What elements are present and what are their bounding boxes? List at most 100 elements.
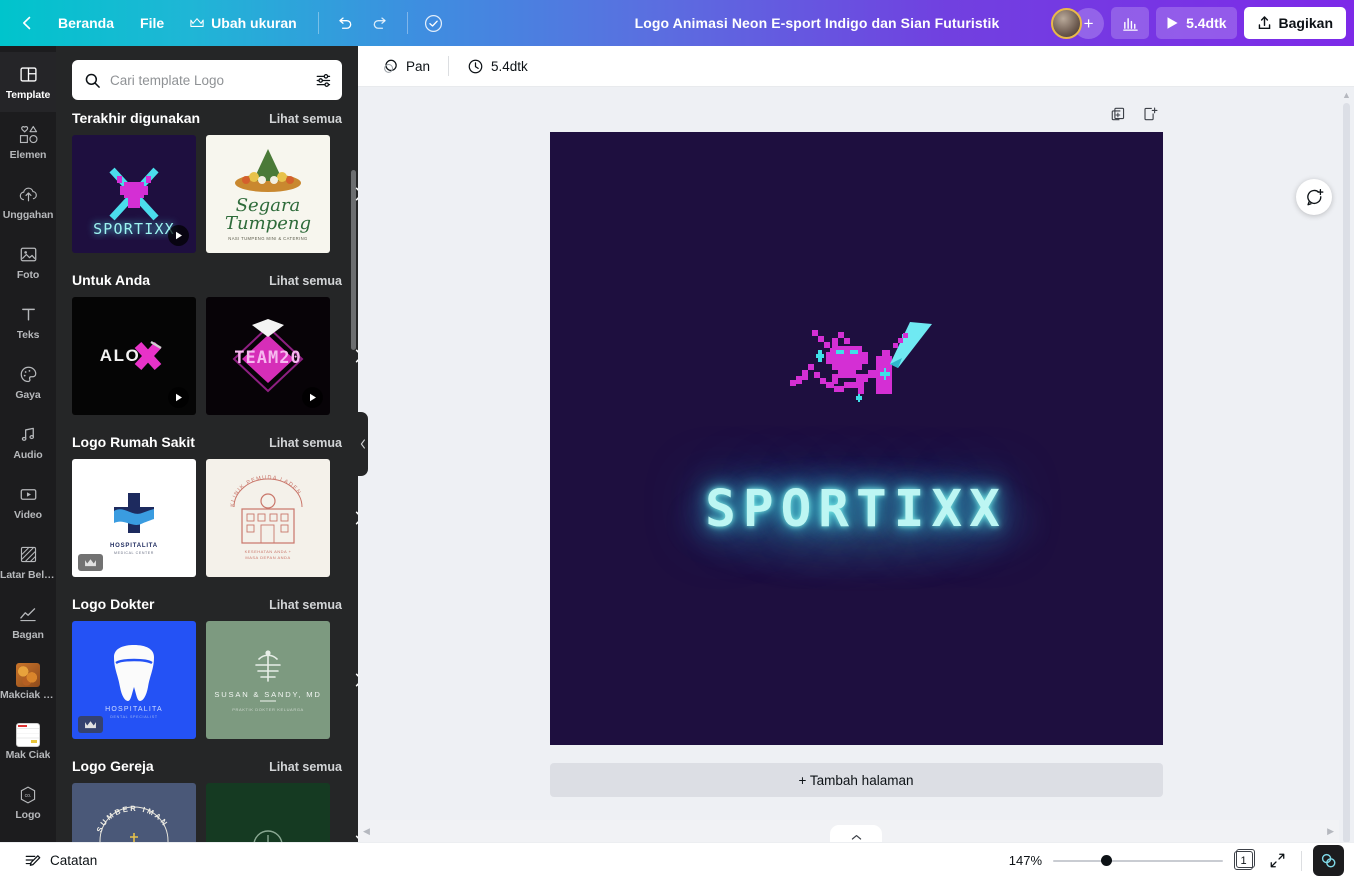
- sidebar-item-video[interactable]: Video: [0, 472, 56, 532]
- play-icon: [309, 393, 317, 402]
- sidebar-item-latar-belakang[interactable]: Latar Bela...: [0, 532, 56, 592]
- template-row: SPORTIXX: [72, 135, 358, 253]
- sidebar-item-makciak-folder[interactable]: Makciak fo...: [0, 652, 56, 712]
- logo-text[interactable]: SPORTIXX: [550, 480, 1163, 539]
- see-all-link[interactable]: Lihat semua: [269, 436, 342, 450]
- next-templates-button[interactable]: [346, 505, 358, 531]
- see-all-link[interactable]: Lihat semua: [269, 112, 342, 126]
- template-card-susan-sandy[interactable]: SUSAN & SANDY, MD PRAKTIK DOKTER KELUARG…: [206, 621, 330, 739]
- panel-search-area: [56, 46, 358, 110]
- analytics-button[interactable]: [1111, 7, 1149, 39]
- slider-knob[interactable]: [1101, 855, 1112, 866]
- redo-button[interactable]: [364, 7, 398, 39]
- sidebar-item-unggahan[interactable]: Unggahan: [0, 172, 56, 232]
- divider: [448, 56, 449, 76]
- svg-text:co.: co.: [25, 793, 32, 799]
- template-card-hospitalita[interactable]: HOSPITALITA MEDICAL CENTER: [72, 459, 196, 577]
- sidebar-item-label: Template: [6, 90, 51, 101]
- canvas-area: Pan 5.4dtk: [358, 46, 1354, 842]
- scroll-up-arrow[interactable]: ▲: [1342, 90, 1351, 100]
- collapse-panel-button[interactable]: [357, 412, 368, 476]
- text-icon: [19, 304, 38, 326]
- home-button[interactable]: Beranda: [46, 7, 126, 39]
- svg-text:DENTAL SPECIALIST: DENTAL SPECIALIST: [110, 715, 158, 719]
- duration-button[interactable]: 5.4dtk: [459, 52, 536, 80]
- sidebar-item-audio[interactable]: Audio: [0, 412, 56, 472]
- comment-button[interactable]: [1296, 179, 1332, 215]
- pan-tool-button[interactable]: Pan: [374, 52, 438, 80]
- design-title[interactable]: Logo Animasi Neon E-sport Indigo dan Sia…: [635, 15, 1000, 31]
- search-box[interactable]: [72, 60, 342, 100]
- fullscreen-button[interactable]: [1264, 848, 1290, 874]
- next-templates-button[interactable]: [346, 181, 358, 207]
- template-card-green-church[interactable]: [206, 783, 330, 842]
- template-card-alo-x[interactable]: ALO: [72, 297, 196, 415]
- sidebar-item-folder[interactable]: Folder: [0, 832, 56, 842]
- comment-add-icon: [1305, 188, 1324, 207]
- canvas-vertical-scrollbar[interactable]: ▲ ▼: [1339, 87, 1354, 820]
- canvas-scroll[interactable]: SPORTIXX + Tambah halaman ▲ ▼: [358, 87, 1354, 842]
- play-preview-button[interactable]: 5.4dtk: [1156, 7, 1236, 39]
- svg-text:Tumpeng: Tumpeng: [225, 213, 311, 234]
- panel-scroll-container[interactable]: Terakhir digunakan Lihat semua: [56, 110, 358, 842]
- undo-button[interactable]: [328, 7, 362, 39]
- sidebar-item-logo[interactable]: co. Logo: [0, 772, 56, 832]
- sidebar-item-elemen[interactable]: Elemen: [0, 112, 56, 172]
- helper-tools-button[interactable]: [1313, 845, 1344, 876]
- scroll-left-arrow[interactable]: ◀: [363, 826, 370, 837]
- template-row: HOSPITALITA DENTAL SPECIALIST: [72, 621, 358, 739]
- add-page-label: + Tambah halaman: [799, 773, 914, 788]
- design-page[interactable]: SPORTIXX: [550, 132, 1163, 745]
- premium-badge: [78, 554, 103, 571]
- svg-text:SPORTIXX: SPORTIXX: [93, 220, 175, 238]
- search-input[interactable]: [110, 73, 306, 88]
- avatar[interactable]: [1051, 8, 1082, 39]
- next-templates-button[interactable]: [346, 829, 358, 842]
- sidebar-item-template[interactable]: Template: [0, 52, 56, 112]
- add-page-button[interactable]: [1137, 101, 1163, 127]
- sidebar-item-bagan[interactable]: Bagan: [0, 592, 56, 652]
- scroll-right-arrow[interactable]: ▶: [1327, 826, 1334, 837]
- sidebar-item-gaya[interactable]: Gaya: [0, 352, 56, 412]
- page-count-button[interactable]: 1: [1234, 851, 1253, 870]
- zoom-level-label[interactable]: 147%: [1006, 853, 1042, 868]
- segara-tumpeng-art: Segara Tumpeng NASI TUMPENG MINI & CATER…: [206, 135, 330, 253]
- divider: [318, 12, 319, 34]
- template-card-sportixx[interactable]: SPORTIXX: [72, 135, 196, 253]
- template-card-segara-tumpeng[interactable]: Segara Tumpeng NASI TUMPENG MINI & CATER…: [206, 135, 330, 253]
- collapse-timeline-button[interactable]: [830, 825, 882, 842]
- share-button[interactable]: Bagikan: [1244, 7, 1346, 39]
- sliders-icon[interactable]: [315, 72, 332, 89]
- cloud-saved-icon: [423, 13, 444, 34]
- see-all-link[interactable]: Lihat semua: [269, 760, 342, 774]
- back-button[interactable]: [10, 7, 44, 39]
- sidebar-item-mak-ciak[interactable]: Mak Ciak: [0, 712, 56, 772]
- scroll-thumb[interactable]: [1343, 103, 1350, 842]
- svg-text:TEAM20: TEAM20: [234, 348, 301, 368]
- crown-icon: [84, 720, 97, 730]
- file-menu-button[interactable]: File: [128, 7, 176, 39]
- logo-hexagon-icon: co.: [18, 784, 38, 806]
- add-page-row-button[interactable]: + Tambah halaman: [550, 763, 1163, 797]
- see-all-link[interactable]: Lihat semua: [269, 274, 342, 288]
- cloud-saved-button[interactable]: [417, 7, 451, 39]
- next-templates-button[interactable]: [346, 343, 358, 369]
- sidebar-item-foto[interactable]: Foto: [0, 232, 56, 292]
- template-card-team20[interactable]: TEAM20: [206, 297, 330, 415]
- resize-button[interactable]: Ubah ukuran: [178, 7, 309, 39]
- sidebar-item-teks[interactable]: Teks: [0, 292, 56, 352]
- svg-text:HOSPITALITA: HOSPITALITA: [105, 706, 163, 713]
- template-card-hospitalita-dental[interactable]: HOSPITALITA DENTAL SPECIALIST: [72, 621, 196, 739]
- zoom-slider[interactable]: [1053, 853, 1223, 869]
- notes-button[interactable]: Catatan: [16, 847, 105, 875]
- section-terakhir-digunakan: Terakhir digunakan Lihat semua: [72, 110, 358, 253]
- add-page-icon: [1142, 106, 1158, 122]
- duplicate-page-button[interactable]: [1105, 101, 1131, 127]
- see-all-link[interactable]: Lihat semua: [269, 598, 342, 612]
- tumpeng-thumb-svg: Segara Tumpeng NASI TUMPENG MINI & CATER…: [206, 135, 330, 253]
- template-card-sumber-iman[interactable]: SUMBER IMAN: [72, 783, 196, 842]
- klinik-pemuda-art: KLINIK PEMUDA LADEN: [206, 459, 330, 577]
- template-card-klinik-pemuda[interactable]: KLINIK PEMUDA LADEN: [206, 459, 330, 577]
- crown-icon: [190, 17, 204, 29]
- next-templates-button[interactable]: [346, 667, 358, 693]
